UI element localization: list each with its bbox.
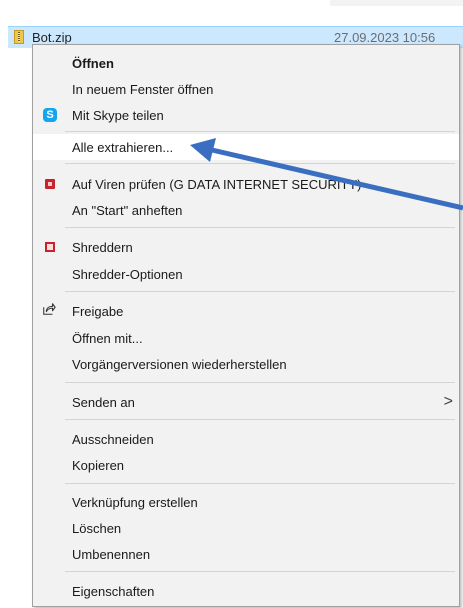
screen: Bot.zip 27.09.2023 10:56 Öffnen In neuem…: [0, 0, 463, 608]
menu-item-label: Löschen: [72, 521, 122, 536]
menu-item-label: Alle extrahieren...: [72, 140, 174, 155]
menu-item-virus-scan[interactable]: Auf Viren prüfen (G DATA INTERNET SECURI…: [33, 171, 459, 197]
menu-separator: [65, 163, 455, 164]
menu-item-shred[interactable]: Shreddern: [33, 234, 459, 260]
menu-item-cut[interactable]: Ausschneiden: [33, 426, 459, 452]
skype-icon: S: [43, 108, 57, 122]
gdata-shield-icon: [45, 179, 55, 189]
chevron-right-icon: >: [443, 393, 453, 410]
menu-item-label: Freigabe: [72, 304, 124, 319]
menu-separator: [65, 291, 455, 292]
menu-item-create-shortcut[interactable]: Verknüpfung erstellen: [33, 489, 459, 515]
menu-item-share[interactable]: Freigabe: [33, 298, 459, 324]
menu-item-pin-start[interactable]: An "Start" anheften: [33, 197, 459, 223]
file-date: 27.09.2023 10:56: [334, 30, 436, 45]
share-icon: [43, 303, 56, 315]
menu-item-restore-versions[interactable]: Vorgängerversionen wiederherstellen: [33, 351, 459, 377]
menu-item-label: Umbenennen: [72, 547, 151, 562]
menu-separator: [65, 227, 455, 228]
menu-item-rename[interactable]: Umbenennen: [33, 541, 459, 567]
menu-item-label: Eigenschaften: [72, 584, 155, 599]
menu-item-label: Öffnen mit...: [72, 331, 143, 346]
menu-item-open-new-window[interactable]: In neuem Fenster öffnen: [33, 76, 459, 102]
file-name: Bot.zip: [32, 30, 72, 45]
menu-separator: [65, 131, 455, 132]
menu-item-copy[interactable]: Kopieren: [33, 452, 459, 478]
menu-item-shred-options[interactable]: Shredder-Optionen: [33, 261, 459, 287]
menu-item-label: Mit Skype teilen: [72, 108, 164, 123]
menu-item-label: Senden an: [72, 395, 135, 410]
menu-item-label: Auf Viren prüfen (G DATA INTERNET SECURI…: [72, 177, 362, 192]
zip-folder-icon: [14, 30, 24, 44]
menu-item-oeffnen[interactable]: Öffnen: [33, 50, 459, 76]
menu-item-label: Shreddern: [72, 240, 133, 255]
menu-separator: [65, 483, 455, 484]
menu-item-label: Kopieren: [72, 458, 125, 473]
menu-item-label: Vorgängerversionen wiederherstellen: [72, 357, 287, 372]
explorer-header-strip: [330, 0, 463, 6]
menu-separator: [65, 419, 455, 420]
shredder-icon: [45, 242, 55, 252]
menu-item-delete[interactable]: Löschen: [33, 515, 459, 541]
menu-item-properties[interactable]: Eigenschaften: [33, 578, 459, 604]
menu-item-label: Shredder-Optionen: [72, 267, 183, 282]
menu-item-label: Verknüpfung erstellen: [72, 495, 198, 510]
menu-item-label: In neuem Fenster öffnen: [72, 82, 214, 97]
menu-item-label: Ausschneiden: [72, 432, 154, 447]
menu-separator: [65, 571, 455, 572]
menu-item-extract-all[interactable]: Alle extrahieren...: [33, 134, 459, 160]
menu-item-label: Öffnen: [72, 56, 114, 71]
menu-item-share-skype[interactable]: S Mit Skype teilen: [33, 102, 459, 128]
menu-item-label: An "Start" anheften: [72, 203, 183, 218]
menu-item-open-with[interactable]: Öffnen mit...: [33, 325, 459, 351]
context-menu: Öffnen In neuem Fenster öffnen S Mit Sky…: [32, 44, 460, 607]
menu-separator: [65, 382, 455, 383]
menu-item-send-to[interactable]: Senden an >: [33, 389, 459, 415]
